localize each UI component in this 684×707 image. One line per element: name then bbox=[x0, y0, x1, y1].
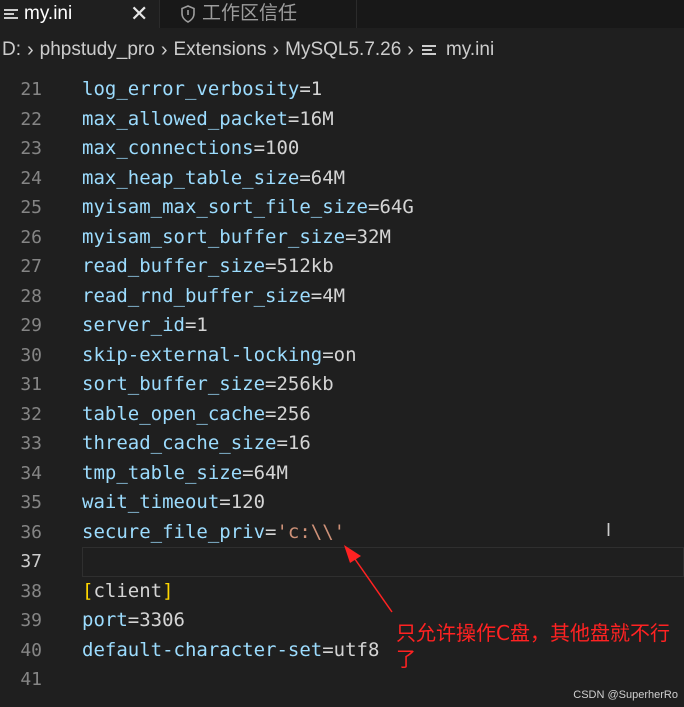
text-cursor-icon: I bbox=[606, 520, 612, 540]
watermark: CSDN @SuperherRo bbox=[573, 689, 678, 701]
annotation-arrow bbox=[344, 545, 393, 613]
annotation-note: 只允许操作C盘，其他盘就不行了 bbox=[396, 621, 670, 671]
